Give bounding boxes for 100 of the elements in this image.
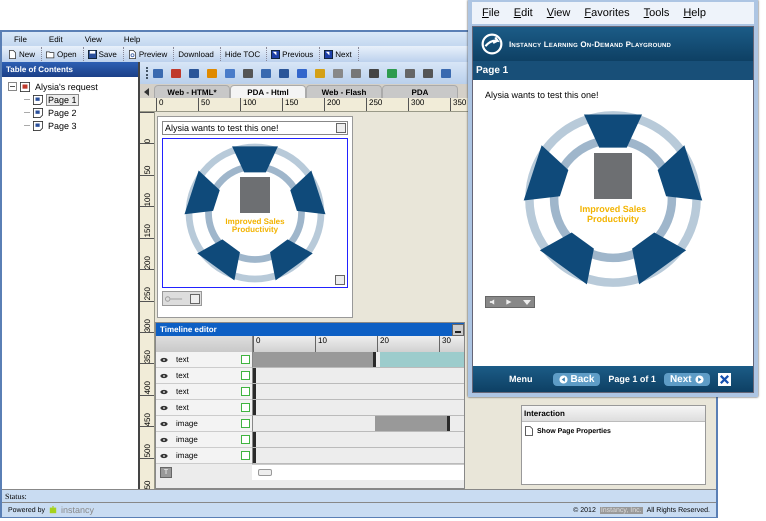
tool-button[interactable] [188, 66, 202, 80]
resize-handle-icon[interactable] [335, 275, 345, 285]
toolbar-button[interactable]: Previous [269, 47, 320, 61]
previous-page-icon [271, 50, 280, 58]
checkbox[interactable] [241, 371, 250, 380]
keyframe-handle[interactable] [253, 368, 256, 383]
checkbox[interactable] [241, 419, 250, 428]
keyframe-handle[interactable] [253, 400, 256, 415]
tool-button[interactable] [368, 66, 382, 80]
toc-title: Table of Contents [2, 62, 138, 77]
photo-placeholder [594, 153, 632, 199]
menu-item[interactable]: File [14, 34, 27, 44]
keyframe-handle[interactable] [253, 432, 256, 447]
minimize-button[interactable] [452, 324, 464, 336]
page-icon [33, 108, 43, 118]
media-player-controls[interactable] [485, 296, 535, 308]
eye-icon[interactable] [160, 436, 168, 442]
keyframe-handle[interactable] [373, 352, 376, 367]
tree-item[interactable]: Page 3 [46, 120, 79, 132]
menu-link[interactable]: Menu [509, 374, 532, 384]
tool-button[interactable] [350, 66, 364, 80]
tab[interactable]: Web - Flash [306, 85, 382, 98]
toolbar-button[interactable]: Download [176, 47, 221, 61]
checkbox[interactable] [241, 387, 250, 396]
toolbar-button[interactable]: New [6, 47, 42, 61]
panel-title: Timeline editor [160, 325, 217, 334]
preview-icon [128, 50, 137, 58]
tool-button[interactable] [242, 66, 256, 80]
layer-name: text [176, 371, 190, 380]
menu-item[interactable]: Favorites [584, 7, 630, 19]
tree-item[interactable]: Page 2 [46, 106, 79, 118]
tab[interactable]: PDA - Html [230, 85, 306, 98]
tab[interactable]: PDA [382, 85, 458, 98]
eye-icon[interactable] [160, 452, 168, 458]
tool-button[interactable] [278, 66, 292, 80]
menu-item[interactable]: View [546, 7, 570, 19]
tool-button[interactable] [404, 66, 418, 80]
toolbar-button[interactable]: Save [86, 47, 124, 61]
menu-item[interactable]: File [482, 7, 500, 19]
eye-icon[interactable] [160, 404, 168, 410]
checkbox[interactable] [241, 451, 250, 460]
right-arrow-icon [694, 374, 704, 384]
eye-icon[interactable] [160, 420, 168, 426]
photo-placeholder [240, 177, 270, 213]
tool-button[interactable] [260, 66, 274, 80]
checkbox[interactable] [241, 403, 250, 412]
menu-item[interactable]: Tools [644, 7, 670, 19]
tree-item[interactable]: Alysia's request [33, 80, 100, 92]
eye-icon[interactable] [160, 372, 168, 378]
layer-name: text [176, 387, 190, 396]
horizontal-scrollbar[interactable] [252, 464, 464, 480]
layer-name: image [176, 451, 199, 460]
keyframe-handle[interactable] [253, 448, 256, 463]
tree-item[interactable]: Page 1 [46, 94, 79, 106]
collapse-icon[interactable] [8, 82, 17, 91]
left-arrow-icon [558, 374, 568, 384]
keyframe-handle[interactable] [253, 384, 256, 399]
clip-bar[interactable] [380, 352, 464, 367]
tool-button[interactable] [440, 66, 454, 80]
eye-icon[interactable] [160, 356, 168, 362]
resize-handle-icon[interactable] [336, 123, 346, 133]
layer-name: image [176, 419, 199, 428]
toolbar-button[interactable]: Preview [126, 47, 174, 61]
menu-item[interactable]: Help [124, 34, 140, 44]
toolbar-button[interactable]: Next [322, 47, 359, 61]
next-page-icon [324, 50, 334, 58]
checkbox[interactable] [241, 355, 250, 364]
tool-button[interactable] [296, 66, 310, 80]
toolbar-button[interactable]: Hide TOC [222, 47, 268, 61]
clip-bar[interactable] [375, 416, 448, 431]
layer-name: image [176, 435, 199, 444]
layer-name: text [176, 403, 190, 412]
tool-button[interactable] [422, 66, 436, 80]
caret-icon [523, 300, 531, 304]
keyframe-handle[interactable] [447, 416, 450, 431]
page-text: Alysia wants to test this one! [484, 90, 600, 100]
media-element[interactable] [162, 291, 202, 306]
diagram-label: Improved Sales Productivity [578, 204, 648, 224]
logo-icon [481, 33, 503, 55]
checkbox[interactable] [241, 435, 250, 444]
toolbar-button[interactable]: Open [44, 47, 84, 61]
folder-icon [46, 50, 56, 58]
text-element[interactable]: Alysia wants to test this one! [162, 121, 348, 135]
menu-item[interactable]: Edit [514, 7, 533, 19]
tool-button[interactable] [152, 66, 166, 80]
tool-button[interactable] [170, 66, 184, 80]
menu-item[interactable]: View [84, 34, 102, 44]
eye-icon[interactable] [160, 388, 168, 394]
tab[interactable]: Web - HTML* [154, 85, 230, 98]
clip-bar[interactable] [253, 352, 374, 367]
page-icon [8, 50, 17, 58]
page-icon [33, 94, 43, 104]
resize-handle-icon[interactable] [190, 294, 200, 304]
logo-icon [48, 506, 57, 514]
layer-name: text [176, 355, 190, 364]
status-label: Status: [5, 492, 27, 500]
menu-item[interactable]: Edit [48, 34, 63, 44]
close-icon[interactable] [718, 372, 731, 386]
tool-button[interactable] [224, 66, 238, 80]
menu-item[interactable]: Help [683, 7, 706, 19]
